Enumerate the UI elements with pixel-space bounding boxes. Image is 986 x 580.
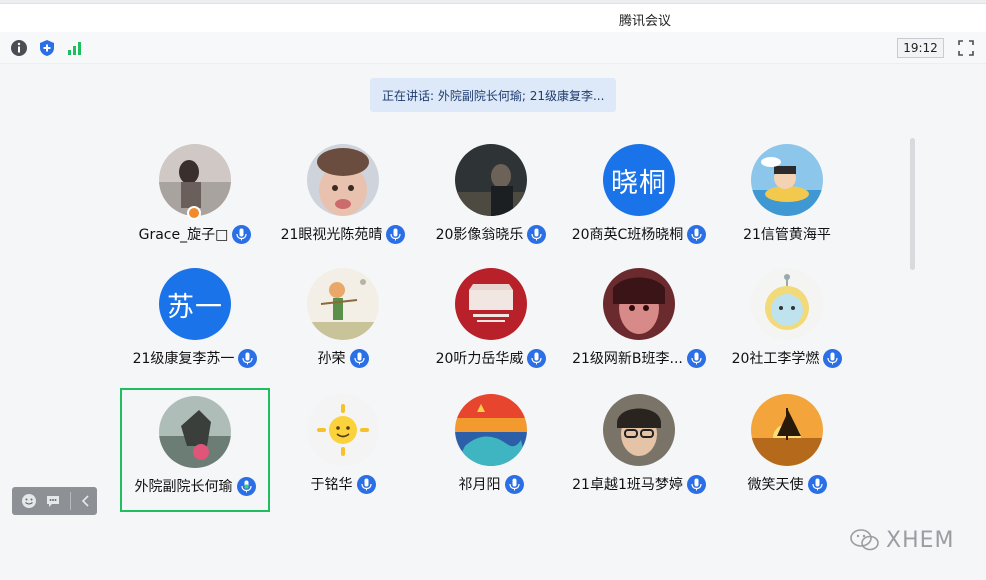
participant-name: 21级康复李苏一 <box>132 351 235 367</box>
participant-name: 20听力岳华威 <box>435 351 524 367</box>
signal-icon[interactable] <box>65 38 85 58</box>
participant-name: 21卓越1班马梦婷 <box>572 477 683 493</box>
avatar <box>455 394 527 466</box>
microphone-icon[interactable] <box>527 224 547 244</box>
watermark-text: XHEM <box>886 527 955 553</box>
toolbar <box>0 32 986 64</box>
participant-tile-active-speaker[interactable]: 外院副院长何瑜 <box>120 388 270 512</box>
watermark: XHEM <box>850 526 955 554</box>
participant-name: Grace_旋子□ <box>138 227 229 243</box>
microphone-icon[interactable] <box>356 474 376 494</box>
participant-name: 20影像翁晓乐 <box>435 227 524 243</box>
participant-name: 20社工李学燃 <box>731 351 820 367</box>
avatar <box>751 268 823 340</box>
participant-tile[interactable]: Grace_旋子□ <box>120 132 270 256</box>
chevron-left-icon[interactable] <box>77 492 95 510</box>
participant-name: 于铭华 <box>310 477 353 493</box>
microphone-icon[interactable] <box>238 348 258 368</box>
participant-tile[interactable]: 20听力岳华威 <box>416 256 566 380</box>
participant-tile[interactable]: 苏一 21级康复李苏一 <box>120 256 270 380</box>
chat-icon[interactable] <box>44 492 62 510</box>
microphone-icon[interactable] <box>527 348 547 368</box>
meeting-time: 19:12 <box>897 38 944 58</box>
chat-bar-divider <box>70 492 71 510</box>
participant-tile[interactable]: 晓桐 20商英C班杨晓桐 <box>564 132 714 256</box>
microphone-icon[interactable] <box>686 474 706 494</box>
microphone-icon[interactable] <box>687 224 707 244</box>
participant-tile[interactable]: 20影像翁晓乐 <box>416 132 566 256</box>
avatar <box>603 268 675 340</box>
participant-name: 微笑天使 <box>747 477 804 493</box>
avatar <box>307 394 379 466</box>
microphone-icon[interactable] <box>823 348 843 368</box>
chat-bar <box>12 487 97 515</box>
title-bar: 腾讯会议 <box>0 4 986 32</box>
avatar <box>603 394 675 466</box>
avatar <box>307 144 379 216</box>
microphone-icon[interactable] <box>504 474 524 494</box>
participant-tile[interactable]: 祁月阳 <box>416 382 566 506</box>
avatar <box>159 396 231 468</box>
speaking-banner: 正在讲话: 外院副院长何瑜; 21级康复李... <box>370 78 616 112</box>
participant-tile[interactable]: 孙荣 <box>268 256 418 380</box>
microphone-icon[interactable] <box>686 348 706 368</box>
microphone-icon[interactable] <box>807 474 827 494</box>
microphone-icon[interactable] <box>349 348 369 368</box>
avatar <box>455 268 527 340</box>
avatar <box>751 144 823 216</box>
participant-name: 外院副院长何瑜 <box>134 479 233 495</box>
participant-name: 21级网新B班李... <box>572 351 683 367</box>
participant-name: 21信管黄海平 <box>743 227 831 243</box>
microphone-speaking-icon[interactable] <box>236 476 256 496</box>
fullscreen-icon[interactable] <box>956 38 976 58</box>
wechat-logo-icon <box>850 529 879 551</box>
microphone-icon[interactable] <box>232 224 252 244</box>
participant-name: 21眼视光陈苑晴 <box>280 227 383 243</box>
participant-tile[interactable]: 21卓越1班马梦婷 <box>564 382 714 506</box>
participant-tile[interactable]: 于铭华 <box>268 382 418 506</box>
avatar <box>751 394 823 466</box>
participant-tile[interactable]: 微笑天使 <box>712 382 862 506</box>
avatar <box>307 268 379 340</box>
avatar: 晓桐 <box>603 144 675 216</box>
participant-tile[interactable]: 21级网新B班李... <box>564 256 714 380</box>
emoji-icon[interactable] <box>20 492 38 510</box>
avatar-initials: 苏一 <box>167 291 223 323</box>
shield-icon[interactable] <box>37 38 57 58</box>
info-icon[interactable] <box>9 38 29 58</box>
microphone-icon[interactable] <box>386 224 406 244</box>
participant-tile[interactable]: 21信管黄海平 <box>712 132 862 256</box>
avatar <box>455 144 527 216</box>
participant-tile[interactable]: 21眼视光陈苑晴 <box>268 132 418 256</box>
host-badge <box>187 206 201 220</box>
participant-tile[interactable]: 20社工李学燃 <box>712 256 862 380</box>
window-title: 腾讯会议 <box>619 14 672 29</box>
participant-name: 20商英C班杨晓桐 <box>571 227 684 243</box>
avatar-initials: 晓桐 <box>611 167 667 199</box>
scrollbar[interactable] <box>910 138 915 270</box>
avatar: 苏一 <box>159 268 231 340</box>
participant-name: 孙荣 <box>317 351 346 367</box>
participant-name: 祁月阳 <box>458 477 501 493</box>
